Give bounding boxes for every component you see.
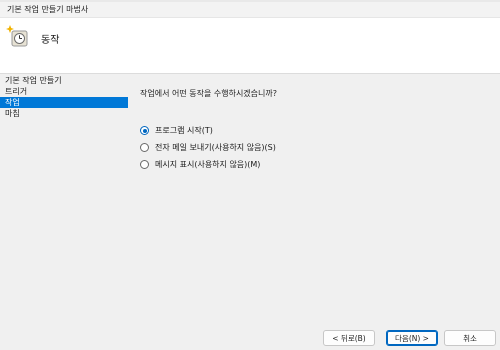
back-button[interactable]: < 뒤로(B) — [323, 330, 375, 346]
step-finish: 마침 — [5, 109, 20, 118]
title-bar-top-edge — [0, 0, 500, 2]
main-content: 작업에서 어떤 동작을 수행하시겠습니까? 프로그램 시작(T) 전자 메일 보… — [140, 88, 490, 169]
radio-send-email[interactable] — [140, 143, 149, 152]
step-action: 작업 — [0, 97, 128, 108]
option-start-program-label: 프로그램 시작(T) — [155, 126, 213, 135]
wizard-step-list: 기본 작업 만들기 트리거 작업 마침 — [0, 75, 128, 315]
action-prompt: 작업에서 어떤 동작을 수행하시겠습니까? — [140, 89, 277, 98]
wizard-header: 동작 — [0, 18, 500, 74]
radio-start-program[interactable] — [140, 126, 149, 135]
window-title: 기본 작업 만들기 마법사 — [7, 5, 89, 14]
option-send-email-label: 전자 메일 보내기(사용하지 않음)(S) — [155, 143, 276, 152]
title-bar: 기본 작업 만들기 마법사 — [0, 0, 500, 18]
option-send-email[interactable]: 전자 메일 보내기(사용하지 않음)(S) — [140, 139, 276, 156]
option-start-program[interactable]: 프로그램 시작(T) — [140, 122, 276, 139]
page-heading: 동작 — [41, 35, 60, 46]
action-options: 프로그램 시작(T) 전자 메일 보내기(사용하지 않음)(S) 메시지 표시(… — [140, 122, 276, 173]
step-create-basic-task: 기본 작업 만들기 — [5, 76, 62, 85]
next-button[interactable]: 다음(N) > — [386, 330, 438, 346]
option-display-message-label: 메시지 표시(사용하지 않음)(M) — [155, 160, 261, 169]
step-trigger: 트리거 — [5, 87, 28, 96]
clock-sparkle-icon — [6, 25, 28, 47]
option-display-message[interactable]: 메시지 표시(사용하지 않음)(M) — [140, 156, 276, 173]
radio-display-message[interactable] — [140, 160, 149, 169]
wizard-footer: < 뒤로(B) 다음(N) > 취소 — [0, 322, 500, 350]
cancel-button[interactable]: 취소 — [444, 330, 496, 346]
